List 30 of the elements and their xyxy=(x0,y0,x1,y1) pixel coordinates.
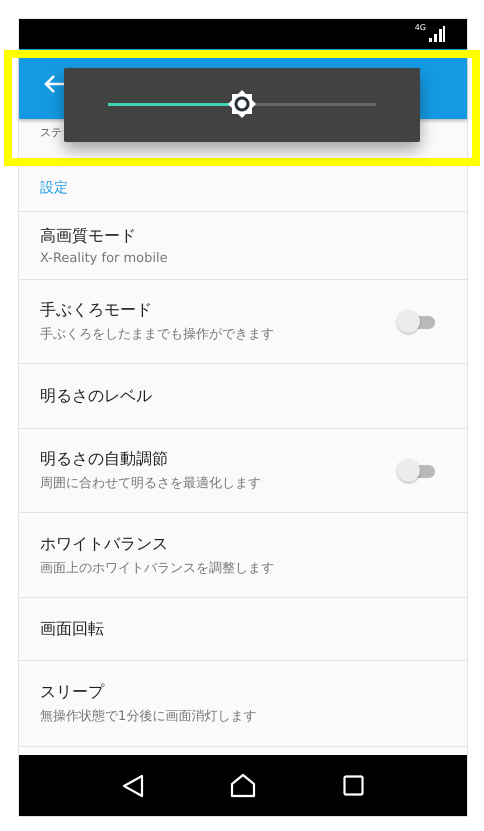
setting-title: 明るさの自動調節 xyxy=(40,449,169,470)
setting-label: ステ xyxy=(40,126,62,139)
setting-summary: 画面上のホワイトバランスを調整します xyxy=(40,560,275,576)
setting-title: 手ぶくろモード xyxy=(40,300,153,321)
network-label: 4G xyxy=(414,23,426,32)
setting-summary: X-Reality for mobile xyxy=(40,250,169,266)
back-arrow-icon[interactable] xyxy=(43,74,65,94)
section-header: 設定 xyxy=(40,179,68,197)
back-icon[interactable] xyxy=(122,774,144,798)
recent-apps-icon[interactable] xyxy=(342,775,364,796)
sun-icon[interactable] xyxy=(227,89,257,119)
setting-title: ホワイトバランス xyxy=(40,534,169,554)
setting-row[interactable]: ホワイトバランス 画面上のホワイトバランスを調整します xyxy=(19,512,467,597)
setting-row[interactable]: 手ぶくろモード 手ぶくろをしたままでも操作ができます xyxy=(19,279,467,363)
setting-row[interactable]: 画面回転 xyxy=(19,597,467,660)
setting-summary: 周囲に合わせて明るさを最適化します xyxy=(40,475,262,492)
setting-title: 高画質モード xyxy=(40,226,137,246)
signal-icon xyxy=(427,26,445,42)
setting-title: スリープ xyxy=(40,682,106,703)
setting-summary: 手ぶくろをしたままでも操作ができます xyxy=(40,326,275,343)
setting-title: 明るさのレベル xyxy=(40,386,153,406)
setting-row[interactable]: 明るさのレベル xyxy=(19,363,467,428)
setting-row[interactable]: 高画質モード X-Reality for mobile xyxy=(19,211,467,279)
setting-title: 画面回転 xyxy=(40,618,105,640)
toggle-switch[interactable] xyxy=(397,310,437,334)
setting-row[interactable]: 明るさの自動調節 周囲に合わせて明るさを最適化します xyxy=(19,428,467,512)
setting-summary: 無操作状態で1分後に画面消灯します xyxy=(40,708,258,725)
home-icon[interactable] xyxy=(230,773,256,798)
setting-row[interactable]: スリープ 無操作状態で1分後に画面消灯します xyxy=(19,660,467,746)
toggle-switch[interactable] xyxy=(397,458,437,482)
